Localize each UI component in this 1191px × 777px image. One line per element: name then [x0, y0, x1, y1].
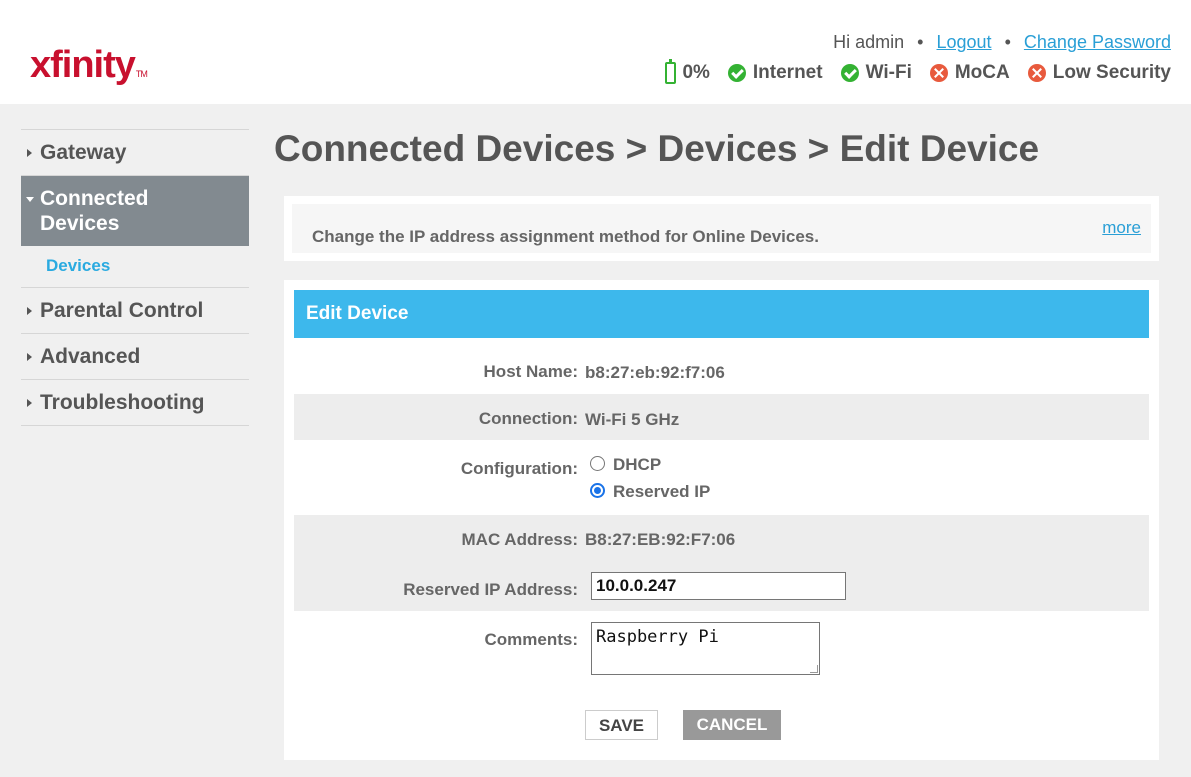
dhcp-radio[interactable]	[590, 456, 605, 472]
info-text: Change the IP address assignment method …	[312, 227, 819, 246]
status-bar: 0% Internet Wi-Fi MoCA Low Security	[665, 59, 1171, 84]
battery-icon	[665, 59, 677, 84]
panel-header: Edit Device	[294, 290, 1149, 338]
sidebar-item-connected-devices[interactable]: Connected Devices	[21, 175, 249, 246]
status-security[interactable]: Low Security	[1027, 62, 1171, 84]
status-battery[interactable]: 0%	[665, 59, 710, 84]
status-internet[interactable]: Internet	[727, 62, 823, 84]
host-name-value: b8:27:eb:92:f7:06	[585, 363, 725, 382]
greeting: Hi admin	[833, 32, 905, 52]
user-bar: Hi admin • Logout • Change Password	[833, 32, 1171, 53]
reserved-ip-input[interactable]: 10.0.0.247	[591, 572, 846, 600]
configuration-row: Configuration: DHCP Reserved IP	[294, 440, 1149, 515]
host-name-label: Host Name:	[483, 362, 578, 381]
resize-grip-icon[interactable]	[810, 665, 818, 673]
xfinity-logo[interactable]: xfinityTM	[30, 44, 148, 87]
sidebar: Gateway Connected Devices Devices Parent…	[21, 129, 249, 426]
config-option-reserved[interactable]: Reserved IP	[590, 482, 710, 502]
page-title: Connected Devices > Devices > Edit Devic…	[274, 128, 1040, 169]
comments-row: Comments: Raspberry Pi	[294, 611, 1149, 691]
check-circle-icon	[840, 64, 859, 82]
comments-textarea[interactable]: Raspberry Pi	[591, 622, 820, 675]
change-password-link[interactable]: Change Password	[1024, 32, 1171, 52]
comments-label: Comments:	[484, 630, 578, 649]
edit-device-panel: Edit Device Host Name: b8:27:eb:92:f7:06…	[284, 280, 1159, 760]
sidebar-item-advanced[interactable]: Advanced	[21, 333, 249, 379]
config-option-dhcp[interactable]: DHCP	[590, 455, 661, 475]
reserved-ip-radio[interactable]	[590, 483, 605, 499]
status-wifi[interactable]: Wi-Fi	[840, 62, 912, 84]
mac-address-value: B8:27:EB:92:F7:06	[585, 530, 736, 549]
caret-down-icon	[26, 197, 34, 202]
separator: •	[1004, 32, 1011, 52]
configuration-label: Configuration:	[460, 459, 578, 478]
sidebar-item-troubleshooting[interactable]: Troubleshooting	[21, 379, 249, 426]
status-moca[interactable]: MoCA	[929, 62, 1010, 84]
reserved-ip-label: Reserved IP Address:	[403, 580, 578, 599]
logout-link[interactable]: Logout	[937, 32, 992, 52]
cancel-button[interactable]: CANCEL	[683, 710, 781, 740]
mac-address-label: MAC Address:	[461, 530, 579, 549]
more-link[interactable]: more	[1102, 218, 1141, 238]
connection-label: Connection:	[478, 409, 578, 428]
info-box: Change the IP address assignment method …	[284, 196, 1159, 261]
separator: •	[917, 32, 924, 52]
caret-right-icon	[27, 399, 32, 407]
x-circle-icon	[929, 64, 948, 82]
info-inner: Change the IP address assignment method …	[292, 204, 1151, 253]
mac-reserved-row: MAC Address: B8:27:EB:92:F7:06 Reserved …	[294, 515, 1149, 611]
caret-right-icon	[27, 149, 32, 157]
sidebar-item-parental-control[interactable]: Parental Control	[21, 287, 249, 333]
header: xfinityTM Hi admin • Logout • Change Pas…	[0, 0, 1191, 104]
connection-value: Wi-Fi 5 GHz	[585, 410, 680, 429]
sidebar-item-gateway[interactable]: Gateway	[21, 129, 249, 175]
sidebar-subitem-devices[interactable]: Devices	[21, 246, 249, 287]
host-name-row: Host Name: b8:27:eb:92:f7:06	[294, 348, 1149, 394]
caret-right-icon	[27, 353, 32, 361]
save-button[interactable]: SAVE	[585, 710, 658, 740]
connection-row: Connection: Wi-Fi 5 GHz	[294, 394, 1149, 440]
x-circle-icon	[1027, 64, 1046, 82]
check-circle-icon	[727, 64, 746, 82]
caret-right-icon	[27, 307, 32, 315]
